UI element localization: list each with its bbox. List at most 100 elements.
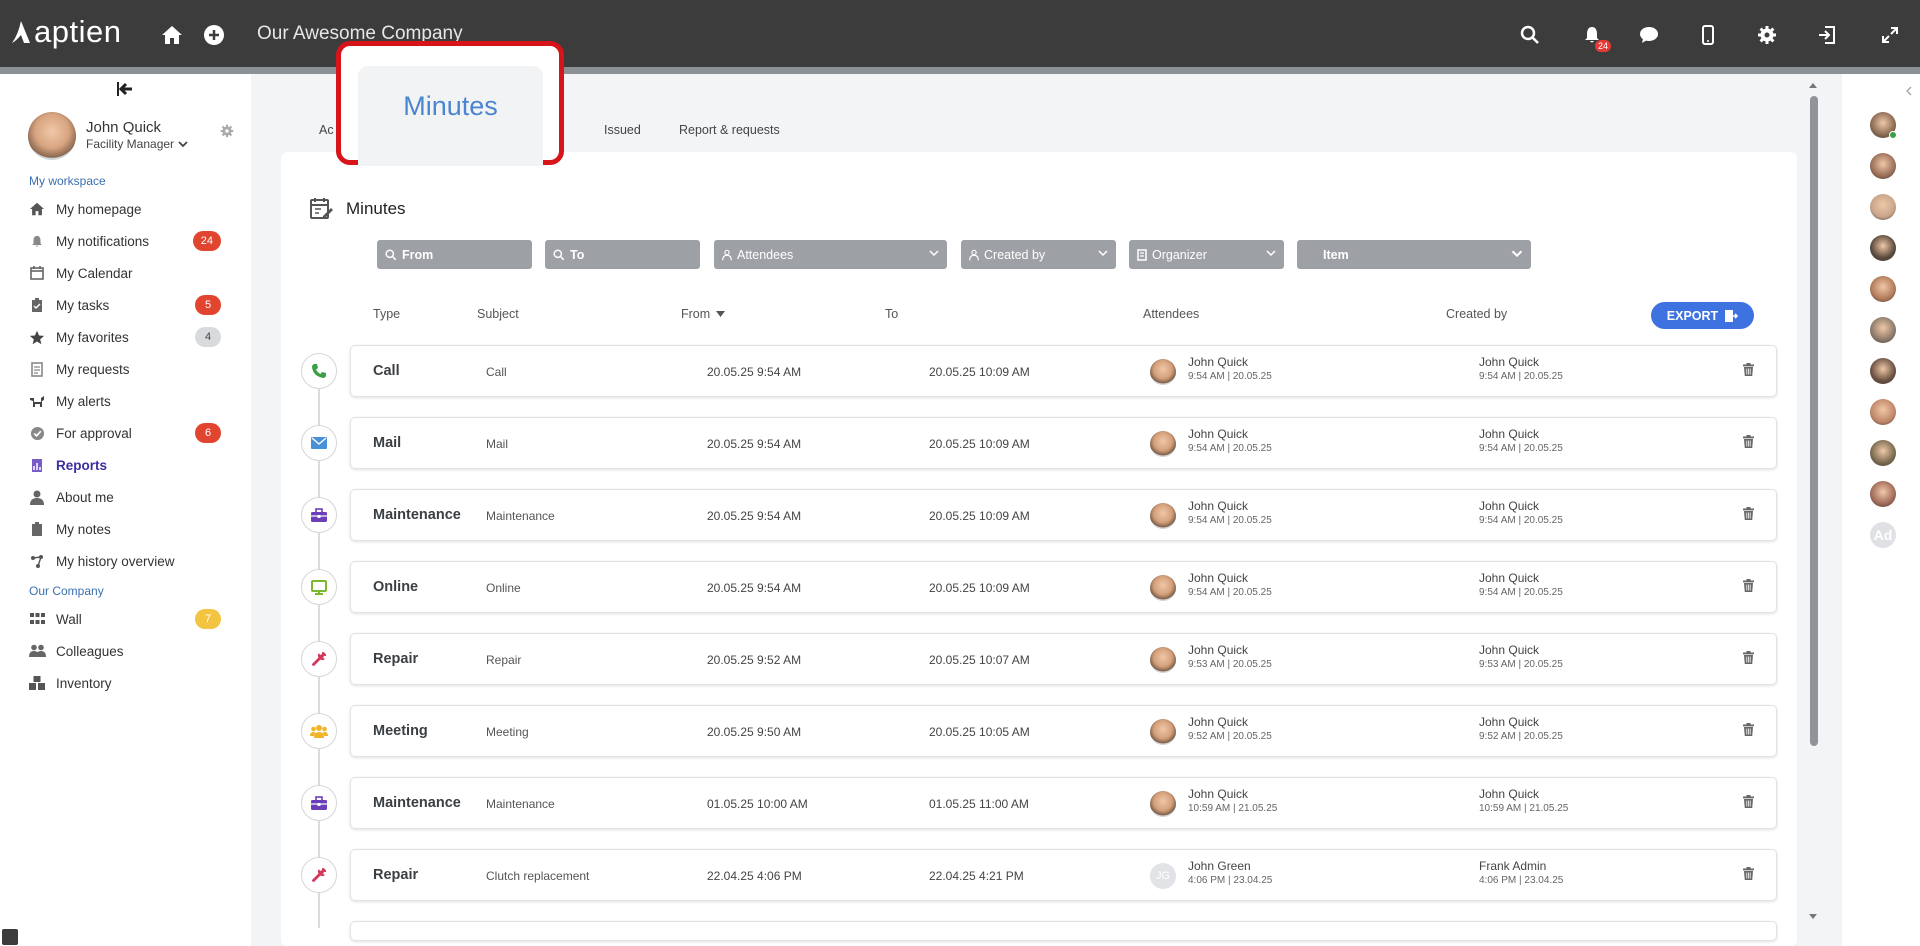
filter-item[interactable]: Item <box>1297 240 1531 269</box>
sidebar-item-label: My tasks <box>56 297 110 313</box>
attendee-avatar: JG <box>1150 863 1176 889</box>
trash-icon[interactable] <box>1743 867 1754 880</box>
logout-icon[interactable] <box>1814 22 1840 48</box>
colleague-avatar[interactable] <box>1870 317 1896 343</box>
column-attendees[interactable]: Attendees <box>1143 307 1199 321</box>
minutes-row[interactable]: Maintenance Maintenance 20.05.25 9:54 AM… <box>350 489 1777 541</box>
filter-attendees[interactable]: Attendees <box>714 240 947 269</box>
sidebar-item-my-requests[interactable]: My requests <box>28 356 223 382</box>
filter-created-by[interactable]: Created by <box>961 240 1116 269</box>
minutes-row[interactable]: Mail Mail 20.05.25 9:54 AM 20.05.25 10:0… <box>350 417 1777 469</box>
export-button[interactable]: EXPORT <box>1651 302 1754 329</box>
created-by-name: Frank Admin <box>1479 859 1547 873</box>
tab-partial[interactable]: Ac <box>319 123 334 137</box>
colleague-avatar[interactable] <box>1870 235 1896 261</box>
minutes-row[interactable]: Meeting Meeting 20.05.25 9:50 AM 20.05.2… <box>350 705 1777 757</box>
colleague-avatar[interactable] <box>1870 358 1896 384</box>
main-scrollbar[interactable] <box>1807 80 1819 926</box>
search-icon[interactable] <box>1517 22 1543 48</box>
minutes-tab-highlight[interactable]: Minutes <box>336 41 564 166</box>
mobile-icon[interactable] <box>1695 22 1721 48</box>
user-role[interactable]: Facility Manager <box>86 137 188 151</box>
type-icon-circle <box>301 425 337 461</box>
collapse-sidebar-icon[interactable] <box>116 82 134 96</box>
filter-from[interactable]: From <box>377 240 532 269</box>
sidebar-item-wall[interactable]: Wall 7 <box>28 606 223 632</box>
minutes-row[interactable]: Repair Clutch replacement 22.04.25 4:06 … <box>350 849 1777 901</box>
sidebar-item-for-approval[interactable]: For approval 6 <box>28 420 223 446</box>
trash-icon[interactable] <box>1743 795 1754 808</box>
column-type[interactable]: Type <box>373 307 400 321</box>
created-by-name: John Quick <box>1479 499 1540 513</box>
created-by-time: 10:59 AM | 21.05.25 <box>1479 803 1569 814</box>
minutes-row[interactable]: Call Call 20.05.25 9:54 AM 20.05.25 10:0… <box>350 345 1777 397</box>
colleague-avatar[interactable] <box>1870 112 1897 139</box>
scrollbar-thumb[interactable] <box>1810 96 1818 746</box>
attendee-name: John Quick <box>1188 787 1249 801</box>
aptien-corner-icon[interactable] <box>2 929 18 945</box>
created-by-time: 9:54 AM | 20.05.25 <box>1479 443 1563 454</box>
column-subject[interactable]: Subject <box>477 307 519 321</box>
row-subject: Clutch replacement <box>486 869 590 883</box>
filter-organizer[interactable]: Organizer <box>1129 240 1284 269</box>
minutes-row[interactable]: Online Online 20.05.25 9:54 AM 20.05.25 … <box>350 561 1777 613</box>
aptien-logo[interactable]: aptien <box>10 14 121 50</box>
colleague-avatar[interactable] <box>1870 440 1896 466</box>
attendee-name: John Quick <box>1188 355 1249 369</box>
notifications-badge: 24 <box>192 231 221 251</box>
colleague-avatar[interactable] <box>1870 481 1896 507</box>
star-icon <box>28 328 46 346</box>
trash-icon[interactable] <box>1743 723 1754 736</box>
fullscreen-icon[interactable] <box>1877 22 1903 48</box>
chat-icon[interactable] <box>1636 22 1662 48</box>
sidebar-item-colleagues[interactable]: Colleagues <box>28 638 223 664</box>
trash-icon[interactable] <box>1743 651 1754 664</box>
people-icon <box>28 642 46 660</box>
add-icon[interactable] <box>201 22 227 48</box>
tab-issued[interactable]: Issued <box>604 123 641 137</box>
profile-gear-icon[interactable] <box>220 124 234 138</box>
colleague-avatar[interactable] <box>1870 194 1896 220</box>
sidebar-item-label: My requests <box>56 361 130 377</box>
column-to[interactable]: To <box>885 307 898 321</box>
tab-report-requests[interactable]: Report & requests <box>679 123 780 137</box>
attendee-avatar <box>1150 647 1176 673</box>
trash-icon[interactable] <box>1743 363 1754 376</box>
attendee-time: 10:59 AM | 21.05.25 <box>1188 803 1278 814</box>
filter-to[interactable]: To <box>545 240 700 269</box>
settings-gear-icon[interactable] <box>1754 22 1780 48</box>
colleague-avatar-initials[interactable]: Ad <box>1870 522 1896 548</box>
scroll-down-icon[interactable] <box>1807 912 1819 922</box>
collapse-right-icon[interactable] <box>1906 86 1912 96</box>
minutes-row[interactable]: Maintenance Maintenance 01.05.25 10:00 A… <box>350 777 1777 829</box>
trash-icon[interactable] <box>1743 507 1754 520</box>
type-icon-circle <box>301 857 337 893</box>
sidebar-item-inventory[interactable]: Inventory <box>28 670 223 696</box>
user-avatar[interactable] <box>28 112 76 160</box>
notifications-bell-icon[interactable]: 24 <box>1579 22 1611 52</box>
sidebar-item-my-alerts[interactable]: My alerts <box>28 388 223 414</box>
column-created-by[interactable]: Created by <box>1446 307 1507 321</box>
sidebar-item-my-calendar[interactable]: My Calendar <box>28 260 223 286</box>
user-name[interactable]: John Quick <box>86 119 161 136</box>
sidebar-item-reports[interactable]: Reports <box>28 452 223 478</box>
home-icon[interactable] <box>159 22 185 48</box>
sidebar-item-my-notes[interactable]: My notes <box>28 516 223 542</box>
colleague-avatar[interactable] <box>1870 399 1896 425</box>
colleague-avatar[interactable] <box>1870 276 1896 302</box>
sidebar-item-my-history-overview[interactable]: My history overview <box>28 548 223 574</box>
sidebar-item-my-favorites[interactable]: My favorites 4 <box>28 324 223 350</box>
minutes-row-partial[interactable] <box>350 921 1777 941</box>
row-to: 20.05.25 10:09 AM <box>929 581 1030 595</box>
minutes-row[interactable]: Repair Repair 20.05.25 9:52 AM 20.05.25 … <box>350 633 1777 685</box>
column-from[interactable]: From <box>681 307 726 321</box>
trash-icon[interactable] <box>1743 579 1754 592</box>
scroll-up-icon[interactable] <box>1807 80 1819 90</box>
sidebar-item-my-notifications[interactable]: My notifications 24 <box>28 228 223 254</box>
sidebar-item-my-homepage[interactable]: My homepage <box>28 196 223 222</box>
tab-minutes[interactable]: Minutes <box>358 66 543 166</box>
sidebar-item-my-tasks[interactable]: My tasks 5 <box>28 292 223 318</box>
colleague-avatar[interactable] <box>1870 153 1896 179</box>
sidebar-item-about-me[interactable]: About me <box>28 484 223 510</box>
trash-icon[interactable] <box>1743 435 1754 448</box>
